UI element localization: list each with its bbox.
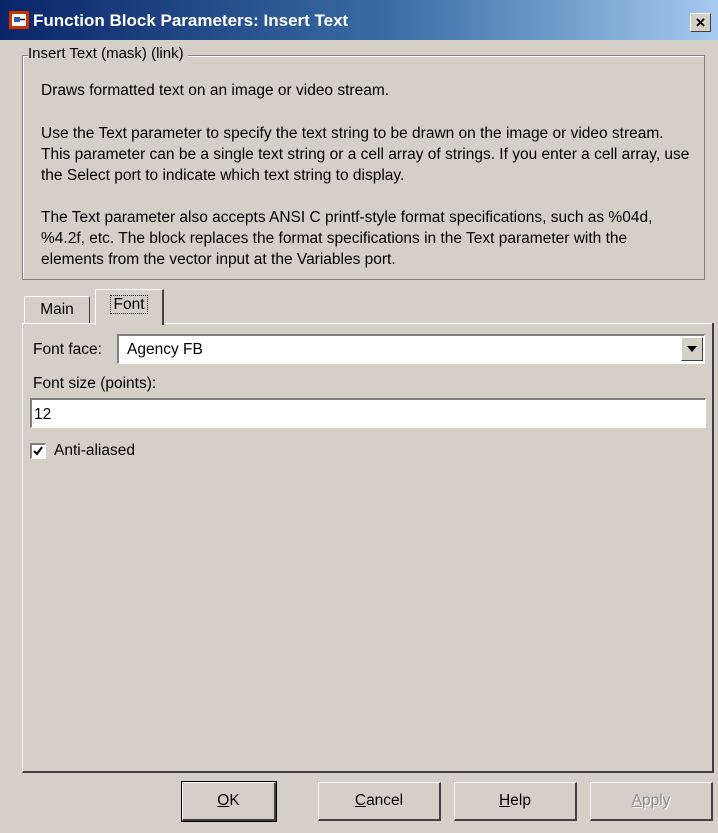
chevron-down-icon bbox=[687, 346, 697, 352]
antialiased-checkbox[interactable] bbox=[30, 443, 46, 459]
apply-label-rest: pply bbox=[641, 792, 671, 809]
tab-main[interactable]: Main bbox=[24, 296, 90, 323]
tab-main-label: Main bbox=[40, 301, 74, 318]
checkmark-icon bbox=[33, 446, 43, 456]
cancel-label-rest: ancel bbox=[366, 792, 404, 809]
simulink-block-icon bbox=[9, 11, 29, 29]
close-icon: × bbox=[695, 13, 706, 32]
title-bar[interactable]: Function Block Parameters: Insert Text × bbox=[0, 0, 718, 40]
group-legend: Insert Text (mask) (link) bbox=[28, 45, 188, 62]
description-line: Draws formatted text on an image or vide… bbox=[41, 82, 390, 99]
cancel-button[interactable]: Cancel bbox=[318, 782, 441, 821]
dropdown-button[interactable] bbox=[681, 337, 703, 361]
cancel-mnemonic: C bbox=[354, 792, 367, 809]
window-title: Function Block Parameters: Insert Text bbox=[33, 11, 349, 30]
apply-button[interactable]: Apply bbox=[590, 782, 713, 821]
help-label-rest: elp bbox=[510, 792, 531, 809]
apply-mnemonic: A bbox=[631, 792, 642, 809]
font-size-label: Font size (points): bbox=[33, 375, 157, 392]
description-paragraph: Use the Text parameter to specify the te… bbox=[41, 125, 690, 184]
ok-mnemonic: O bbox=[217, 792, 230, 809]
help-mnemonic: H bbox=[499, 792, 511, 809]
antialiased-label[interactable]: Anti-aliased bbox=[54, 442, 135, 460]
ok-label-rest: K bbox=[229, 792, 240, 809]
tab-font[interactable]: Font bbox=[95, 289, 164, 325]
close-button[interactable]: × bbox=[690, 13, 711, 32]
help-button[interactable]: Help bbox=[454, 782, 577, 821]
font-size-input[interactable]: 12 bbox=[30, 398, 706, 428]
description-paragraph: The Text parameter also accepts ANSI C p… bbox=[41, 209, 653, 268]
font-face-label: Font face: bbox=[33, 341, 102, 358]
ok-button[interactable]: OK bbox=[181, 781, 277, 822]
font-face-dropdown[interactable]: Agency FB bbox=[117, 334, 705, 364]
tab-font-label: Font bbox=[110, 295, 148, 314]
font-face-value: Agency FB bbox=[127, 341, 203, 358]
font-size-value: 12 bbox=[34, 406, 52, 423]
